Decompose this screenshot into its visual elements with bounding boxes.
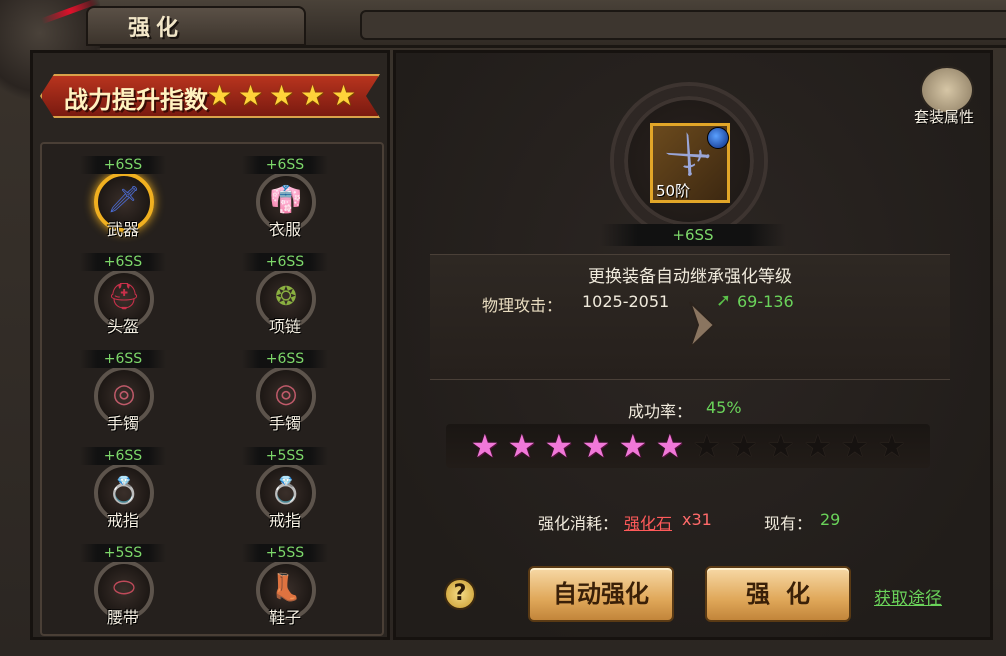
- slot-name: 手镯: [268, 414, 301, 433]
- equipment-slot[interactable]: 💍 +6SS 戒指: [58, 433, 188, 530]
- equipment-slot[interactable]: ❂ +6SS 项链: [220, 239, 350, 336]
- cost-label: 强化消耗：: [538, 514, 619, 533]
- slot-name: 戒指: [268, 511, 301, 530]
- slot-name: 武器: [106, 220, 139, 239]
- enhance-stars: ★ ★ ★ ★ ★ ★ ★ ★ ★ ★ ★ ★: [446, 424, 930, 468]
- attribute-next: 69-136: [737, 292, 794, 311]
- arrow-up-icon: ➚: [716, 290, 732, 311]
- equipment-slot[interactable]: ⬭ +5SS 腰带: [58, 530, 188, 627]
- helmet-icon: ⛑: [107, 282, 141, 312]
- star-filled-icon: ★: [655, 427, 685, 465]
- slot-level-badge: +6SS: [242, 350, 328, 368]
- slot-name: 手镯: [106, 414, 139, 433]
- slot-level-badge: +5SS: [80, 544, 166, 562]
- star-filled-icon: ★: [618, 427, 648, 465]
- belt-icon: ⬭: [112, 573, 136, 603]
- enhance-button[interactable]: 强化: [705, 566, 851, 622]
- star-empty-icon: ★: [877, 427, 907, 465]
- star-filled-icon: ★: [581, 427, 611, 465]
- bracelet-icon: ◎: [112, 379, 136, 409]
- power-label: 战力提升指数: [64, 86, 208, 114]
- acquire-link[interactable]: 获取途径: [874, 584, 942, 609]
- attribute-current: 1025-2051: [582, 292, 670, 311]
- owned-value: 29: [820, 510, 841, 529]
- slot-level-badge: +5SS: [242, 447, 328, 465]
- inherit-notice: 更换装备自动继承强化等级: [588, 267, 792, 287]
- cost-count: x31: [682, 510, 712, 529]
- auto-enhance-button[interactable]: 自动强化: [528, 566, 674, 622]
- star-filled-icon: ★: [470, 427, 500, 465]
- slot-level-badge: +6SS: [80, 447, 166, 465]
- help-button[interactable]: ?: [444, 578, 476, 610]
- owned-label: 现有：: [764, 514, 813, 533]
- gold-star-icon: ★: [299, 79, 326, 112]
- gold-star-icon: ★: [206, 79, 233, 112]
- equipment-slot[interactable]: 🗡 +6SS 武器: [58, 142, 188, 239]
- slot-level-badge: +6SS: [80, 350, 166, 368]
- item-stage: 50阶: [656, 182, 691, 200]
- equipment-slot[interactable]: 👢 +5SS 鞋子: [220, 530, 350, 627]
- bracelet-icon: ◎: [274, 379, 298, 409]
- item-level-badge: +6SS: [600, 224, 786, 246]
- slot-level-badge: +6SS: [80, 156, 166, 174]
- equipment-slot[interactable]: 👘 +6SS 衣服: [220, 142, 350, 239]
- slot-name: 戒指: [106, 511, 139, 530]
- equipment-slot[interactable]: ◎ +6SS 手镯: [58, 336, 188, 433]
- star-empty-icon: ★: [692, 427, 722, 465]
- equipment-slot[interactable]: ◎ +6SS 手镯: [220, 336, 350, 433]
- page-title: 强化: [127, 16, 184, 41]
- slot-level-badge: +6SS: [242, 156, 328, 174]
- suit-attributes-label[interactable]: 套装属性: [914, 106, 974, 127]
- star-empty-icon: ★: [729, 427, 759, 465]
- slot-level-badge: +6SS: [242, 253, 328, 271]
- title-tab: 强化: [86, 6, 306, 46]
- slot-name: 衣服: [268, 220, 301, 239]
- power-stars: ★ ★ ★ ★ ★: [206, 79, 357, 112]
- success-rate-label: 成功率：: [628, 402, 693, 421]
- ring-icon: 💍: [107, 476, 141, 506]
- slot-name: 腰带: [106, 608, 139, 627]
- slot-level-badge: +5SS: [242, 544, 328, 562]
- star-empty-icon: ★: [766, 427, 796, 465]
- attribute-label: 物理攻击：: [482, 296, 563, 315]
- chevron-right-icon: [689, 301, 716, 349]
- gold-star-icon: ★: [330, 79, 357, 112]
- equipment-slot[interactable]: ⛑ +6SS 头盔: [58, 239, 188, 336]
- necklace-icon: ❂: [275, 282, 297, 312]
- gold-star-icon: ★: [237, 79, 264, 112]
- spear-icon: 🗡: [107, 185, 141, 215]
- star-empty-icon: ★: [803, 427, 833, 465]
- star-filled-icon: ★: [544, 427, 574, 465]
- star-empty-icon: ★: [840, 427, 870, 465]
- equipment-slot[interactable]: 💍 +5SS 戒指: [220, 433, 350, 530]
- top-bar-inner: [360, 10, 1006, 40]
- slot-name: 项链: [268, 317, 301, 336]
- robe-icon: 👘: [269, 185, 303, 215]
- gem-icon: [707, 127, 729, 149]
- slot-name: 头盔: [106, 317, 139, 336]
- slot-level-badge: +6SS: [80, 253, 166, 271]
- boots-icon: 👢: [269, 573, 303, 603]
- cost-item-link[interactable]: 强化石: [624, 510, 672, 534]
- gold-star-icon: ★: [268, 79, 295, 112]
- ring-icon: 💍: [269, 476, 303, 506]
- slot-name: 鞋子: [268, 608, 301, 627]
- star-filled-icon: ★: [507, 427, 537, 465]
- success-rate-value: 45%: [706, 398, 742, 417]
